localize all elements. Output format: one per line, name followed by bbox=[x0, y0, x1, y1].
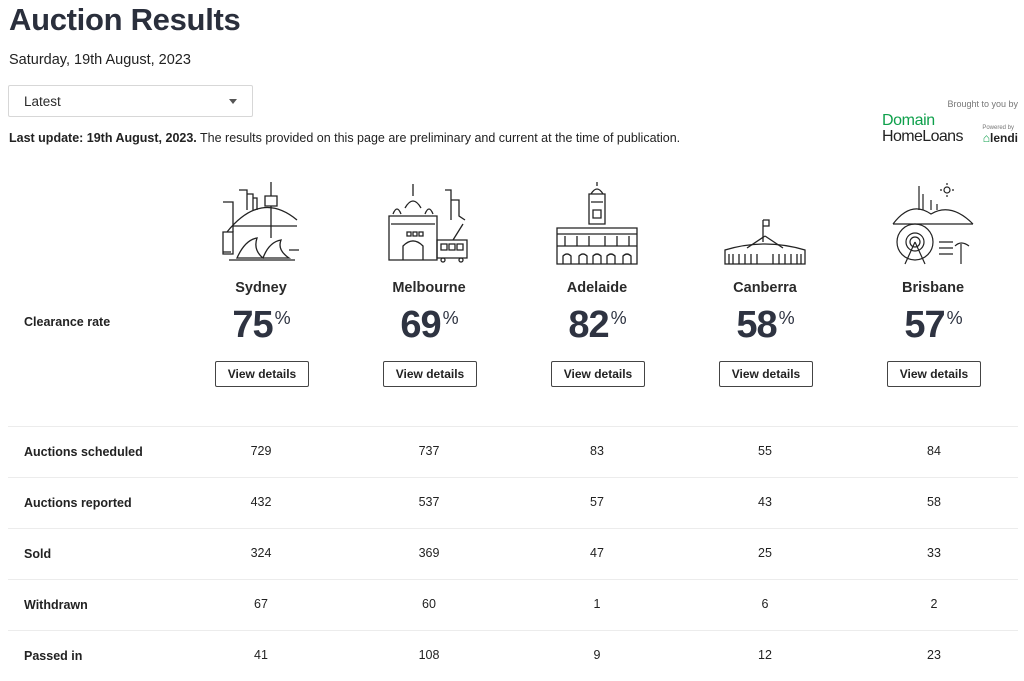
cell-sydney: 729 bbox=[250, 444, 272, 458]
view-details-button-melbourne[interactable]: View details bbox=[383, 361, 477, 387]
city-name: Brisbane bbox=[901, 280, 965, 296]
row-label: Withdrawn bbox=[24, 598, 88, 612]
row-label: Auctions reported bbox=[24, 496, 132, 510]
cell-adelaide: 9 bbox=[593, 648, 601, 662]
view-details-button-sydney[interactable]: View details bbox=[215, 361, 309, 387]
house-icon: ⌂ bbox=[982, 131, 990, 145]
cell-melbourne: 537 bbox=[418, 495, 440, 509]
row-label: Sold bbox=[24, 547, 52, 561]
cell-canberra: 25 bbox=[758, 546, 772, 560]
cell-canberra: 55 bbox=[758, 444, 772, 458]
clearance-rate-label: Clearance rate bbox=[24, 315, 111, 329]
row-label: Auctions scheduled bbox=[24, 445, 143, 459]
clearance-rate-value: 69% bbox=[400, 304, 458, 346]
lendi-logo: ⌂lendi bbox=[983, 131, 1018, 145]
clearance-rate-value: 75% bbox=[232, 304, 290, 346]
cell-sydney: 41 bbox=[254, 648, 268, 662]
last-update-note: Last update: 19th August, 2023. The resu… bbox=[9, 131, 680, 145]
table-row-sold: Sold 324 369 47 25 33 bbox=[8, 528, 1018, 579]
brought-by-label: Brought to you by bbox=[947, 99, 1018, 109]
cell-melbourne: 737 bbox=[418, 444, 440, 458]
period-select-value: Latest bbox=[24, 94, 61, 109]
cell-adelaide: 1 bbox=[593, 597, 601, 611]
table-row-withdrawn: Withdrawn 67 60 1 6 2 bbox=[8, 579, 1018, 630]
period-select[interactable]: Latest bbox=[8, 85, 253, 117]
view-details-button-adelaide[interactable]: View details bbox=[551, 361, 645, 387]
page-date: Saturday, 19th August, 2023 bbox=[9, 52, 191, 68]
cell-adelaide: 83 bbox=[590, 444, 604, 458]
city-canberra: Canberra 58% View details bbox=[681, 180, 849, 387]
cell-canberra: 43 bbox=[758, 495, 772, 509]
last-update-text: The results provided on this page are pr… bbox=[196, 131, 681, 145]
table-row-auctions-scheduled: Auctions scheduled 729 737 83 55 84 bbox=[8, 426, 1018, 477]
cell-adelaide: 47 bbox=[590, 546, 604, 560]
cell-adelaide: 57 bbox=[590, 495, 604, 509]
city-sydney: Sydney 75% View details bbox=[177, 180, 345, 387]
cell-melbourne: 60 bbox=[422, 597, 436, 611]
cell-brisbane: 84 bbox=[927, 444, 941, 458]
city-name: Sydney bbox=[235, 280, 287, 296]
city-adelaide: Adelaide 82% View details bbox=[513, 180, 681, 387]
sponsor-logo[interactable]: Brought to you by Domain HomeLoans Power… bbox=[878, 99, 1018, 149]
chevron-down-icon bbox=[229, 99, 237, 104]
table-row-passed-in: Passed in 41 108 9 12 23 bbox=[8, 630, 1018, 681]
cell-brisbane: 2 bbox=[930, 597, 938, 611]
auction-stats-table: Auctions scheduled 729 737 83 55 84 Auct… bbox=[8, 426, 1018, 681]
homeloans-brand-text: HomeLoans bbox=[882, 128, 963, 145]
city-brisbane: Brisbane 57% View details bbox=[849, 180, 1017, 387]
adelaide-town-hall-icon bbox=[556, 182, 638, 265]
clearance-rate-value: 82% bbox=[568, 304, 626, 346]
last-update-date: Last update: 19th August, 2023. bbox=[9, 131, 197, 145]
cell-melbourne: 369 bbox=[418, 546, 440, 560]
city-melbourne: Melbourne 69% View details bbox=[345, 180, 513, 387]
city-name: Canberra bbox=[733, 280, 797, 296]
melbourne-skyline-icon bbox=[388, 184, 468, 263]
cell-brisbane: 58 bbox=[927, 495, 941, 509]
city-name: Melbourne bbox=[392, 280, 466, 296]
view-details-button-canberra[interactable]: View details bbox=[719, 361, 813, 387]
sydney-skyline-icon bbox=[222, 182, 299, 261]
clearance-rate-value: 58% bbox=[736, 304, 794, 346]
page-title: Auction Results bbox=[9, 2, 241, 37]
cell-canberra: 6 bbox=[761, 597, 769, 611]
cell-brisbane: 33 bbox=[927, 546, 941, 560]
view-details-button-brisbane[interactable]: View details bbox=[887, 361, 981, 387]
table-row-auctions-reported: Auctions reported 432 537 57 43 58 bbox=[8, 477, 1018, 528]
brisbane-skyline-icon bbox=[892, 183, 974, 265]
row-label: Passed in bbox=[24, 649, 83, 663]
canberra-parliament-icon bbox=[724, 219, 806, 265]
cell-canberra: 12 bbox=[758, 648, 772, 662]
cell-brisbane: 23 bbox=[927, 648, 941, 662]
cell-sydney: 324 bbox=[250, 546, 272, 560]
cell-melbourne: 108 bbox=[418, 648, 440, 662]
lendi-text: lendi bbox=[989, 131, 1018, 145]
cell-sydney: 432 bbox=[250, 495, 272, 509]
clearance-rate-value: 57% bbox=[904, 304, 962, 346]
city-name: Adelaide bbox=[566, 280, 628, 296]
cell-sydney: 67 bbox=[254, 597, 268, 611]
